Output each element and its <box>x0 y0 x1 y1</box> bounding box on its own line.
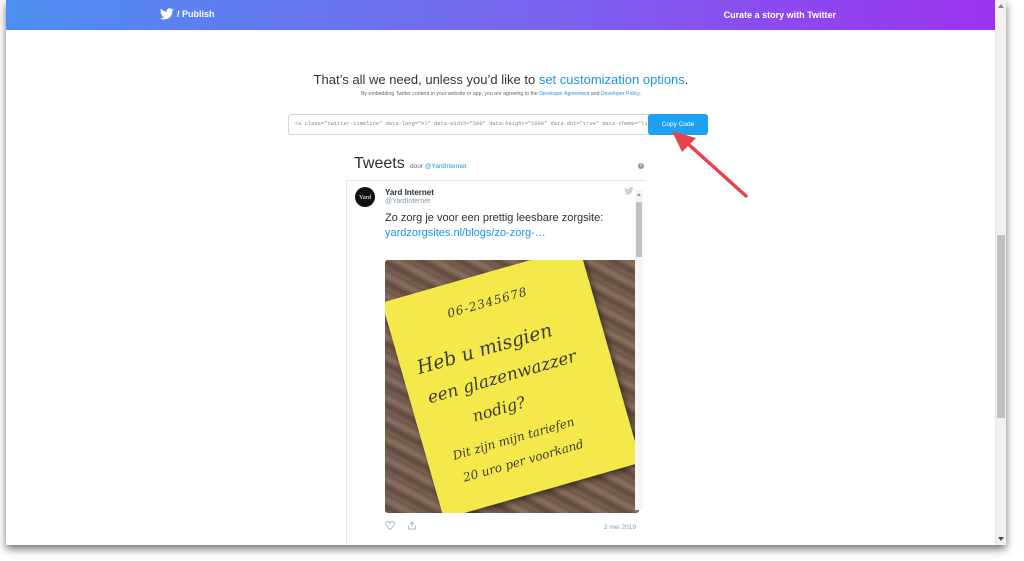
tweet-card[interactable]: Yard Yard Internet @YardInternet Zo zorg… <box>346 181 646 545</box>
embed-code-field[interactable]: <a class="twitter-timeline" data-lang="n… <box>288 114 652 135</box>
note-line: nodig? <box>470 392 528 426</box>
brand-publish[interactable]: / Publish <box>160 8 215 20</box>
tweet-text: Zo zorg je voor een prettig leesbare zor… <box>385 211 635 240</box>
twitter-bird-icon[interactable] <box>624 187 634 195</box>
developer-agreement-link[interactable]: Developer Agreement <box>539 91 589 97</box>
tweet-link[interactable]: yardzorgsites.nl/blogs/zo-zorg-… <box>385 227 546 239</box>
heart-icon[interactable] <box>385 521 395 530</box>
terms-prefix: By embedding Twitter content in your web… <box>361 91 540 97</box>
headline-prefix: That’s all we need, unless you’d like to <box>313 72 539 87</box>
tweet-author[interactable]: Yard Internet <box>385 188 434 197</box>
brand-label: / Publish <box>177 9 215 19</box>
note-line: 06-2345678 <box>445 284 530 321</box>
terms-suffix: . <box>639 91 641 97</box>
timeline-scrollbar[interactable] <box>635 190 643 510</box>
terms-notice: By embedding Twitter content in your web… <box>6 91 996 97</box>
avatar[interactable]: Yard <box>355 187 375 207</box>
customization-link[interactable]: set customization options <box>539 72 685 87</box>
twitter-bird-icon <box>160 8 174 20</box>
tweet-handle[interactable]: @YardInternet <box>385 198 430 205</box>
terms-and: and <box>589 91 601 97</box>
scroll-up-arrow[interactable] <box>637 193 641 196</box>
browser-window: / Publish Curate a story with Twitter Th… <box>6 0 1006 545</box>
headline: That’s all we need, unless you’d like to… <box>6 72 996 87</box>
timeline-scroll-thumb[interactable] <box>636 202 642 257</box>
tweet-actions <box>385 521 417 530</box>
tweet-body: Zo zorg je voor een prettig leesbare zor… <box>385 212 604 224</box>
timeline-byline: door @YardInternet <box>410 163 467 170</box>
arrow-annotation <box>672 131 748 198</box>
page-scroll-thumb[interactable] <box>997 235 1005 418</box>
headline-suffix: . <box>684 72 689 87</box>
curate-story-link[interactable]: Curate a story with Twitter <box>724 10 836 20</box>
timeline-title: Tweets <box>354 155 405 172</box>
timeline-handle-link[interactable]: @YardInternet <box>425 163 467 170</box>
tweet-photo[interactable]: 06-2345678 Heb u misgien een glazenwazze… <box>385 260 639 513</box>
scroll-down-arrow[interactable] <box>998 537 1004 541</box>
top-header: / Publish Curate a story with Twitter <box>6 0 996 30</box>
timeline-preview: Tweets door @YardInternet i Yard Yard In… <box>346 147 646 545</box>
share-icon[interactable] <box>407 521 417 530</box>
scroll-up-arrow[interactable] <box>998 4 1004 8</box>
info-icon[interactable]: i <box>638 163 644 169</box>
page-scrollbar[interactable] <box>995 0 1006 545</box>
byline-prefix: door <box>410 163 425 170</box>
developer-policy-link[interactable]: Developer Policy <box>601 91 640 97</box>
tweet-date[interactable]: 2 mei 2019 <box>604 524 636 531</box>
